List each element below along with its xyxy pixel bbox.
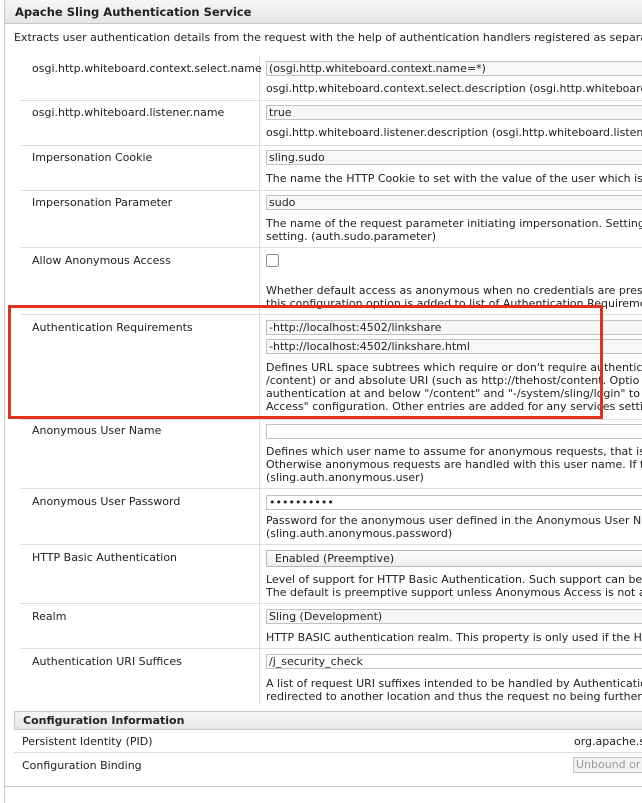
row-separator (20, 100, 642, 101)
label-authentication-uri-suffices: Authentication URI Suffices (32, 655, 182, 668)
pid-value: org.apache.s (574, 735, 642, 748)
configuration-information-header: Configuration Information (14, 711, 642, 730)
row-separator (20, 145, 642, 146)
label-http-basic-authentication: HTTP Basic Authentication (32, 551, 178, 564)
allow-anonymous-desc-1: Whether default access as anonymous when… (266, 284, 642, 297)
label-context-select: osgi.http.whiteboard.context.select.name (32, 62, 262, 75)
anonymous-password-desc-2: (sling.auth.anonymous.password) (266, 527, 453, 540)
realm-input[interactable]: Sling (Development) (266, 609, 642, 624)
anonymous-user-desc-2: Otherwise anonymous requests are handled… (266, 458, 642, 471)
context-select-input[interactable]: (osgi.http.whiteboard.context.name=*) (266, 61, 642, 76)
label-impersonation-cookie: Impersonation Cookie (32, 151, 153, 164)
label-anonymous-user-name: Anonymous User Name (32, 424, 162, 437)
label-realm: Realm (32, 610, 67, 623)
realm-desc: HTTP BASIC authentication realm. This pr… (266, 631, 642, 644)
label-anonymous-user-password: Anonymous User Password (32, 495, 181, 508)
anonymous-user-name-input[interactable] (266, 424, 642, 439)
row-separator (20, 247, 642, 248)
service-description: Extracts user authentication details fro… (14, 31, 642, 44)
row-separator (20, 488, 642, 489)
auth-uri-suffix-input[interactable]: /j_security_check (266, 654, 642, 669)
label-allow-anonymous-access: Allow Anonymous Access (32, 254, 171, 267)
context-select-desc: osgi.http.whiteboard.context.select.desc… (266, 82, 642, 95)
bottom-border (5, 786, 642, 787)
listener-name-input[interactable]: true (266, 105, 642, 120)
anonymous-user-desc-1: Defines which user name to assume for an… (266, 445, 642, 458)
row-separator (20, 544, 642, 545)
highlight-box (8, 305, 603, 419)
auth-uri-suffix-desc-2: redirected to another location and thus … (266, 690, 642, 703)
pid-label: Persistent Identity (PID) (22, 735, 153, 748)
configuration-binding-button[interactable]: Unbound or (573, 757, 642, 773)
impersonation-parameter-desc-2: setting. (auth.sudo.parameter) (266, 230, 436, 243)
configuration-binding-label: Configuration Binding (22, 759, 142, 772)
dialog-title: Apache Sling Authentication Service (5, 0, 642, 24)
http-basic-auth-select[interactable]: Enabled (Preemptive) (266, 550, 642, 567)
auth-uri-suffix-desc-1: A list of request URI suffixes intended … (266, 677, 642, 690)
label-impersonation-parameter: Impersonation Parameter (32, 196, 173, 209)
impersonation-cookie-desc: The name the HTTP Cookie to set with the… (266, 172, 642, 185)
http-basic-auth-desc-2: The default is preemptive support unless… (266, 586, 642, 599)
impersonation-parameter-input[interactable]: sudo (266, 195, 642, 210)
impersonation-parameter-desc-1: The name of the request parameter initia… (266, 217, 642, 230)
row-separator (20, 419, 642, 420)
row-separator (20, 648, 642, 649)
row-separator (20, 190, 642, 191)
http-basic-auth-desc-1: Level of support for HTTP Basic Authenti… (266, 573, 642, 586)
anonymous-user-password-input[interactable]: •••••••••• (266, 495, 642, 510)
anonymous-password-desc-1: Password for the anonymous user defined … (266, 514, 642, 527)
impersonation-cookie-input[interactable]: sling.sudo (266, 150, 642, 165)
listener-name-desc: osgi.http.whiteboard.listener.descriptio… (266, 126, 642, 139)
row-separator (20, 603, 642, 604)
label-listener-name: osgi.http.whiteboard.listener.name (32, 106, 225, 119)
allow-anonymous-access-checkbox[interactable] (266, 254, 279, 267)
anonymous-user-desc-3: (sling.auth.anonymous.user) (266, 471, 424, 484)
row-separator (14, 752, 642, 753)
